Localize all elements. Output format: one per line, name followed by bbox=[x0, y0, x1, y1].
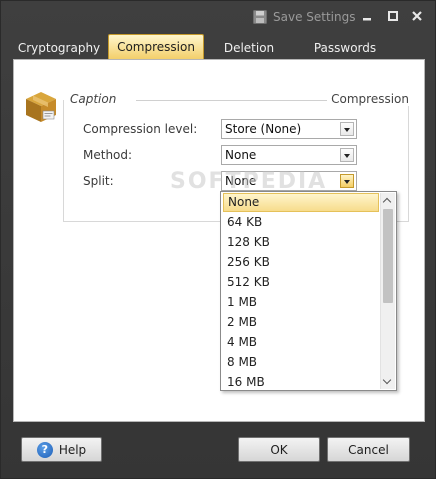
method-label: Method: bbox=[83, 148, 133, 162]
split-option-none[interactable]: None bbox=[223, 193, 379, 212]
chevron-down-icon[interactable] bbox=[340, 174, 354, 188]
help-button-label: Help bbox=[58, 442, 87, 457]
save-settings-button[interactable]: Save Settings bbox=[253, 7, 356, 27]
tab-cryptography[interactable]: Cryptography bbox=[15, 36, 103, 59]
tab-compression[interactable]: Compression bbox=[108, 34, 204, 59]
chevron-down-icon[interactable] bbox=[340, 148, 354, 162]
compression-level-label: Compression level: bbox=[83, 122, 198, 136]
split-option-16mb[interactable]: 16 MB bbox=[223, 373, 379, 392]
help-button[interactable]: ? Help bbox=[21, 437, 102, 462]
split-option-1mb[interactable]: 1 MB bbox=[223, 293, 379, 312]
split-dropdown-list[interactable]: None 64 KB 128 KB 256 KB 512 KB 1 MB 2 M… bbox=[220, 191, 397, 391]
save-icon bbox=[253, 10, 267, 24]
tab-bar: Cryptography Compression Deletion Passwo… bbox=[13, 34, 425, 59]
minimize-icon[interactable] bbox=[360, 9, 374, 23]
maximize-icon[interactable] bbox=[386, 9, 400, 23]
scrollbar-thumb[interactable] bbox=[383, 209, 393, 303]
tab-passwords[interactable]: Passwords bbox=[299, 36, 391, 59]
chevron-down-icon[interactable] bbox=[381, 375, 395, 389]
group-caption: Caption bbox=[70, 92, 121, 106]
tab-deletion[interactable]: Deletion bbox=[211, 36, 287, 59]
save-settings-label: Save Settings bbox=[273, 10, 356, 24]
ok-button-label: OK bbox=[270, 442, 288, 457]
chevron-down-icon[interactable] bbox=[340, 122, 354, 136]
split-option-256kb[interactable]: 256 KB bbox=[223, 253, 379, 272]
split-option-64kb[interactable]: 64 KB bbox=[223, 213, 379, 232]
close-icon[interactable] bbox=[410, 9, 424, 23]
method-select[interactable]: None bbox=[221, 145, 357, 165]
settings-window: Save Settings Cryptography Compression D… bbox=[0, 0, 436, 479]
split-option-512kb[interactable]: 512 KB bbox=[223, 273, 379, 292]
chevron-up-icon[interactable] bbox=[381, 193, 395, 207]
ok-button[interactable]: OK bbox=[238, 437, 320, 462]
split-option-4mb[interactable]: 4 MB bbox=[223, 333, 379, 352]
split-option-8mb[interactable]: 8 MB bbox=[223, 353, 379, 372]
method-value: None bbox=[225, 148, 257, 162]
split-option-128kb[interactable]: 128 KB bbox=[223, 233, 379, 252]
cancel-button[interactable]: Cancel bbox=[327, 437, 410, 462]
split-label: Split: bbox=[83, 174, 114, 188]
package-icon bbox=[24, 90, 58, 124]
help-icon: ? bbox=[36, 441, 53, 458]
group-title: Compression bbox=[327, 92, 409, 106]
title-bar: Save Settings bbox=[1, 1, 436, 33]
compression-level-value: Store (None) bbox=[225, 122, 302, 136]
cancel-button-label: Cancel bbox=[348, 442, 389, 457]
compression-level-select[interactable]: Store (None) bbox=[221, 119, 357, 139]
group-header-line bbox=[136, 100, 337, 101]
dropdown-scrollbar[interactable] bbox=[380, 193, 395, 389]
group-header: Caption Compression bbox=[66, 92, 409, 108]
split-option-2mb[interactable]: 2 MB bbox=[223, 313, 379, 332]
